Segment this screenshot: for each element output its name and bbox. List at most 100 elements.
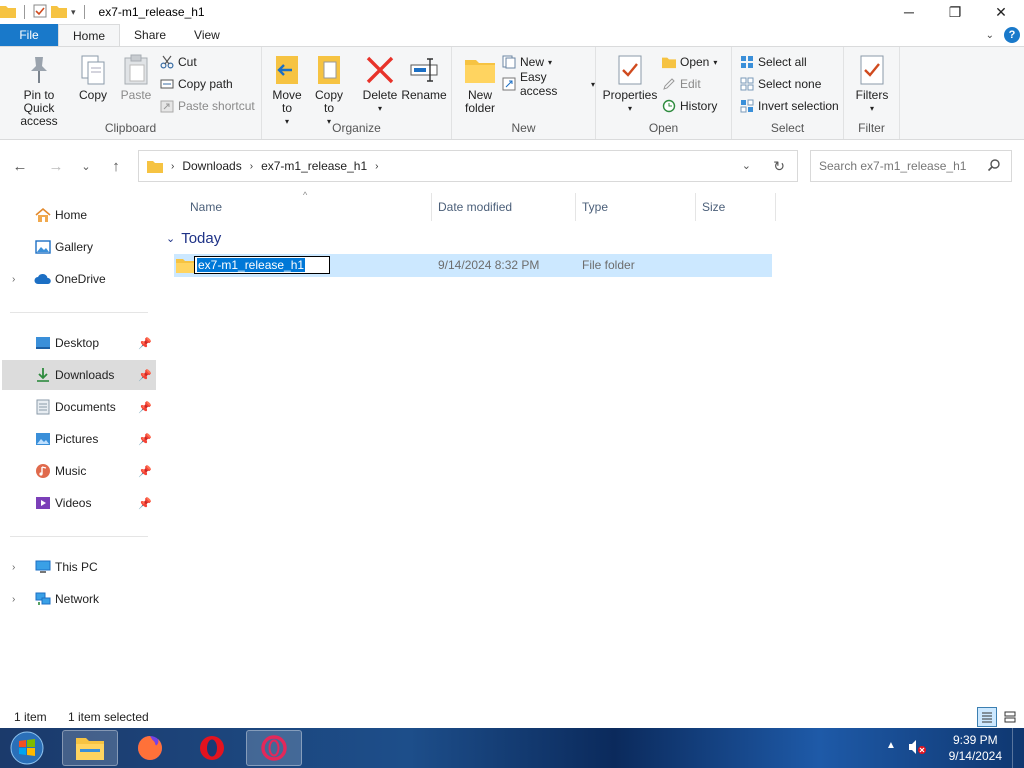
nav-item-music[interactable]: Music 📌 <box>2 456 156 486</box>
nav-item-desktop[interactable]: Desktop 📌 <box>2 328 156 358</box>
pin-icon[interactable]: 📌 <box>138 433 152 446</box>
recent-locations-chevron-icon[interactable]: ⌄ <box>76 156 96 176</box>
tab-file[interactable]: File <box>0 24 58 46</box>
column-header-type[interactable]: Type <box>582 195 608 219</box>
expand-chevron-icon[interactable]: › <box>12 562 15 573</box>
column-divider[interactable] <box>775 193 776 221</box>
nav-item-gallery[interactable]: Gallery <box>2 232 156 262</box>
invert-selection-button[interactable]: Invert selection <box>740 97 839 115</box>
select-none-button[interactable]: Select none <box>740 75 821 93</box>
address-history-dropdown-icon[interactable]: ⌄ <box>742 159 751 172</box>
nav-item-onedrive[interactable]: › OneDrive <box>2 264 156 294</box>
file-type: File folder <box>582 258 635 272</box>
nav-item-videos[interactable]: Videos 📌 <box>2 488 156 518</box>
tab-home[interactable]: Home <box>58 24 121 46</box>
edit-button[interactable]: Edit <box>662 75 701 93</box>
nav-item-home[interactable]: Home <box>2 200 156 230</box>
collapse-chevron-icon[interactable]: ⌄ <box>166 232 175 245</box>
chevron-right-icon[interactable]: › <box>171 161 174 172</box>
refresh-icon[interactable]: ↻ <box>773 158 785 175</box>
file-row[interactable]: ex7-m1_release_h1 9/14/2024 8:32 PM File… <box>174 254 772 277</box>
volume-muted-icon[interactable] <box>908 739 926 758</box>
pin-icon[interactable]: 📌 <box>138 465 152 478</box>
column-divider[interactable] <box>695 193 696 221</box>
cut-button[interactable]: Cut <box>160 53 197 71</box>
copy-button[interactable]: Copy <box>76 53 110 102</box>
filters-button[interactable]: Filters ▾ <box>852 53 892 115</box>
group-header-today[interactable]: ⌄ Today <box>166 228 221 248</box>
chevron-right-icon[interactable]: › <box>375 161 378 172</box>
breadcrumb-current-folder[interactable]: ex7-m1_release_h1 <box>261 159 367 173</box>
copy-path-button[interactable]: Copy path <box>160 75 233 93</box>
copy-to-button[interactable]: Copy to ▾ <box>312 53 346 128</box>
new-folder-quick-icon[interactable] <box>51 4 67 21</box>
taskbar-firefox[interactable] <box>122 730 178 766</box>
properties-check-icon[interactable] <box>33 4 47 21</box>
address-bar[interactable]: › Downloads › ex7-m1_release_h1 › ⌄ ↻ <box>138 150 798 182</box>
show-hidden-icons-icon[interactable]: ▲ <box>886 740 896 751</box>
taskbar-opera[interactable] <box>184 730 240 766</box>
video-icon <box>34 494 52 512</box>
paste-shortcut-button[interactable]: Paste shortcut <box>160 97 255 115</box>
filters-icon <box>856 53 888 87</box>
new-item-button[interactable]: New ▾ <box>502 53 552 71</box>
paste-button[interactable]: Paste <box>118 53 154 102</box>
nav-item-network[interactable]: › Network <box>2 584 156 614</box>
forward-arrow-icon[interactable]: → <box>46 156 66 176</box>
pin-icon[interactable]: 📌 <box>138 401 152 414</box>
delete-button[interactable]: Delete ▾ <box>360 53 400 115</box>
ribbon-expand-chevron-icon[interactable]: ⌄ <box>986 30 994 41</box>
show-desktop-button[interactable] <box>1012 728 1024 768</box>
close-button[interactable]: ✕ <box>978 0 1024 24</box>
column-header-date-modified[interactable]: Date modified <box>438 195 512 219</box>
opera-gx-icon <box>261 735 287 761</box>
filter-group-label: Filter <box>858 121 885 135</box>
up-arrow-icon[interactable]: ↑ <box>106 156 126 176</box>
help-icon[interactable]: ? <box>1004 27 1020 43</box>
nav-item-documents[interactable]: Documents 📌 <box>2 392 156 422</box>
history-icon <box>662 99 676 113</box>
minimize-button[interactable]: ─ <box>886 0 932 24</box>
pin-to-quick-access-button[interactable]: Pin to Quick access <box>6 53 72 128</box>
move-to-button[interactable]: Move to ▾ <box>270 53 304 128</box>
nav-item-this-pc[interactable]: › This PC <box>2 552 156 582</box>
column-header-name[interactable]: Name <box>190 195 222 219</box>
column-divider[interactable] <box>431 193 432 221</box>
navigation-pane: Home Gallery › OneDrive Desktop 📌 Downlo… <box>0 196 158 706</box>
edit-pencil-icon <box>662 77 676 91</box>
tab-share[interactable]: Share <box>120 24 180 46</box>
chevron-right-icon[interactable]: › <box>250 161 253 172</box>
history-button[interactable]: History <box>662 97 717 115</box>
column-header-size[interactable]: Size <box>702 195 725 219</box>
search-icon[interactable] <box>987 158 1001 175</box>
new-folder-button[interactable]: New folder <box>460 53 500 115</box>
nav-item-pictures[interactable]: Pictures 📌 <box>2 424 156 454</box>
pin-icon[interactable]: 📌 <box>138 369 152 382</box>
search-input[interactable]: Search ex7-m1_release_h1 <box>810 150 1012 182</box>
nav-item-downloads[interactable]: Downloads 📌 <box>2 360 156 390</box>
start-button[interactable] <box>2 730 52 766</box>
taskbar-file-explorer[interactable] <box>62 730 118 766</box>
rename-button[interactable]: Rename <box>401 53 447 102</box>
customize-qat-dropdown-icon[interactable]: ▾ <box>71 7 76 18</box>
properties-button[interactable]: Properties ▾ <box>602 53 658 115</box>
pin-icon[interactable]: 📌 <box>138 497 152 510</box>
open-button[interactable]: Open ▾ <box>662 53 717 71</box>
expand-chevron-icon[interactable]: › <box>12 594 15 605</box>
details-view-icon[interactable] <box>977 707 997 727</box>
clock[interactable]: 9:39 PM 9/14/2024 <box>949 732 1002 764</box>
maximize-button[interactable]: ❐ <box>932 0 978 24</box>
properties-icon <box>614 53 646 87</box>
back-arrow-icon[interactable]: ← <box>10 156 30 176</box>
breadcrumb-downloads[interactable]: Downloads <box>182 159 241 173</box>
rename-input[interactable]: ex7-m1_release_h1 <box>194 256 330 274</box>
select-all-button[interactable]: Select all <box>740 53 807 71</box>
tab-view[interactable]: View <box>180 24 234 46</box>
taskbar-opera-gx[interactable] <box>246 730 302 766</box>
expand-chevron-icon[interactable]: › <box>12 274 15 285</box>
pin-icon[interactable]: 📌 <box>138 337 152 350</box>
large-icons-view-icon[interactable] <box>1000 707 1020 727</box>
select-group-label: Select <box>770 121 805 135</box>
easy-access-button[interactable]: Easy access ▾ <box>502 70 595 98</box>
column-divider[interactable] <box>575 193 576 221</box>
